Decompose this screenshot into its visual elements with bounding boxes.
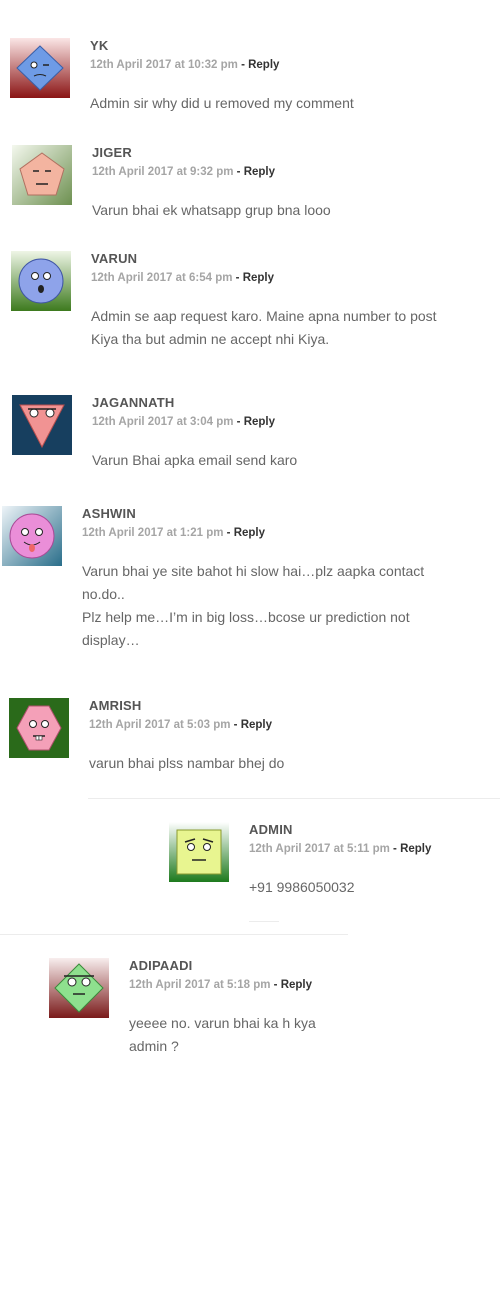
avatar: [49, 958, 109, 1018]
comment-author[interactable]: YK: [90, 38, 490, 54]
comment-meta: 12th April 2017 at 3:04 pm - Reply: [92, 415, 492, 429]
comment-line: Admin sir why did u removed my comment: [90, 95, 354, 111]
avatar: [2, 506, 62, 566]
comment-line: +91 9986050032: [249, 879, 355, 895]
comment-author[interactable]: AMRISH: [89, 698, 489, 714]
reply-link[interactable]: Reply: [244, 416, 275, 428]
comment-author[interactable]: VARUN: [91, 251, 491, 267]
meta-separator: -: [389, 843, 401, 855]
comment-meta: 12th April 2017 at 6:54 pm - Reply: [91, 271, 491, 285]
comment-author[interactable]: ADMIN: [249, 822, 499, 838]
comment-line: Varun bhai ye site bahot hi slow hai…plz…: [82, 563, 425, 579]
reply-link[interactable]: Reply: [241, 719, 272, 731]
comment-meta: 12th April 2017 at 5:18 pm - Reply: [129, 978, 429, 992]
comment-line: varun bhai plss nambar bhej do: [89, 755, 285, 771]
comment-meta: 12th April 2017 at 9:32 pm - Reply: [92, 165, 492, 179]
meta-separator: -: [233, 416, 244, 428]
comment-date[interactable]: 12th April 2017 at 5:11 pm: [249, 843, 390, 855]
reply-link[interactable]: Reply: [400, 843, 431, 855]
comment-meta: 12th April 2017 at 10:32 pm - Reply: [90, 58, 490, 72]
comment-line: Varun bhai ek whatsapp grup bna looo: [92, 202, 331, 218]
avatar: [9, 698, 69, 758]
comment-author[interactable]: JAGANNATH: [92, 395, 492, 411]
comment-date[interactable]: 12th April 2017 at 1:21 pm: [82, 527, 223, 539]
reply-link[interactable]: Reply: [248, 59, 279, 71]
avatar-varun-icon: [11, 251, 71, 311]
avatar-amrish-icon: [9, 698, 69, 758]
meta-separator: -: [230, 719, 241, 731]
comment-date[interactable]: 12th April 2017 at 5:03 pm: [89, 719, 230, 731]
comment-divider: [249, 921, 279, 922]
reply-link[interactable]: Reply: [244, 166, 275, 178]
comment-date[interactable]: 12th April 2017 at 9:32 pm: [92, 166, 233, 178]
comment-line: Admin se aap request karo. Maine apna nu…: [91, 308, 437, 324]
avatar-admin-icon: [169, 822, 229, 882]
comment-line: Plz help me…I’m in big loss…bcose ur pre…: [82, 609, 410, 625]
comment-text: Admin se aap request karo. Maine apna nu…: [91, 305, 491, 351]
reply-link[interactable]: Reply: [281, 979, 312, 991]
meta-separator: -: [223, 527, 234, 539]
comment-meta: 12th April 2017 at 5:03 pm - Reply: [89, 718, 489, 732]
comment-meta: 12th April 2017 at 5:11 pm - Reply: [249, 842, 499, 856]
comment-date[interactable]: 12th April 2017 at 10:32 pm: [90, 59, 238, 71]
comment-text: Varun Bhai apka email send karo: [92, 449, 492, 472]
avatar: [12, 145, 72, 205]
comment-date[interactable]: 12th April 2017 at 5:18 pm: [129, 979, 270, 991]
comment-meta: 12th April 2017 at 1:21 pm - Reply: [82, 526, 492, 540]
comment-text: varun bhai plss nambar bhej do: [89, 752, 489, 775]
comment-line: admin ?: [129, 1038, 179, 1054]
comment-text: yeeee no. varun bhai ka h kya admin ?: [129, 1012, 429, 1058]
comment-text: Admin sir why did u removed my comment: [90, 92, 490, 115]
comment-date[interactable]: 12th April 2017 at 6:54 pm: [91, 272, 232, 284]
comment-line: yeeee no. varun bhai ka h kya: [129, 1015, 316, 1031]
comment-author[interactable]: ADIPAADI: [129, 958, 429, 974]
comment-line: no.do..: [82, 586, 125, 602]
comment-text: +91 9986050032: [249, 876, 499, 899]
avatar-yk-icon: [10, 38, 70, 98]
comment-date[interactable]: 12th April 2017 at 3:04 pm: [92, 416, 233, 428]
meta-separator: -: [237, 59, 249, 71]
avatar-jiger-icon: [12, 145, 72, 205]
reply-link[interactable]: Reply: [234, 527, 265, 539]
avatar-jagannath-icon: [12, 395, 72, 455]
comment-author[interactable]: JIGER: [92, 145, 492, 161]
avatar: [11, 251, 71, 311]
comment-line: display…: [82, 632, 140, 648]
comment-text: Varun bhai ek whatsapp grup bna looo: [92, 199, 492, 222]
avatar-adipaadi-icon: [49, 958, 109, 1018]
avatar: [169, 822, 229, 882]
avatar: [10, 38, 70, 98]
comment-line: Kiya tha but admin ne accept nhi Kiya.: [91, 331, 330, 347]
avatar-ashwin-icon: [2, 506, 62, 566]
comment-text: Varun bhai ye site bahot hi slow hai…plz…: [82, 560, 492, 652]
comment-divider: [0, 934, 348, 935]
meta-separator: -: [270, 979, 281, 991]
reply-link[interactable]: Reply: [243, 272, 274, 284]
comment-line: Varun Bhai apka email send karo: [92, 452, 298, 468]
comment-divider: [88, 798, 500, 799]
avatar: [12, 395, 72, 455]
meta-separator: -: [233, 166, 244, 178]
meta-separator: -: [232, 272, 243, 284]
comment-author[interactable]: ASHWIN: [82, 506, 492, 522]
